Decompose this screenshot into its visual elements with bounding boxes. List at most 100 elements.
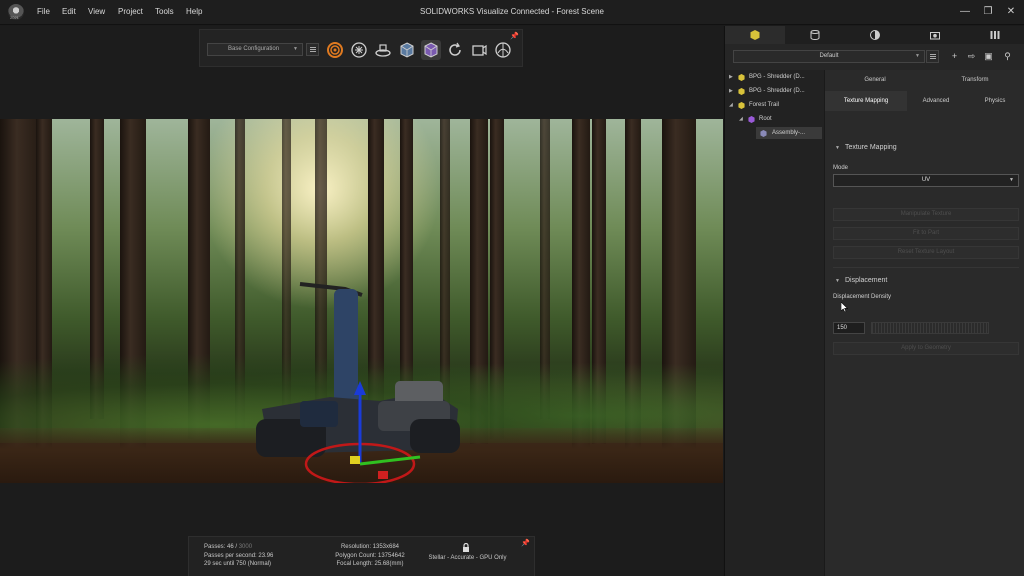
reset-texture-layout-button[interactable]: Reset Texture Layout (833, 246, 1019, 259)
rendered-scene-image (0, 119, 723, 483)
tree-item-label: Root (759, 116, 772, 122)
cameras-tab-icon[interactable] (905, 26, 965, 44)
pin-icon[interactable]: 📌 (510, 32, 519, 40)
tab-general[interactable]: General (825, 70, 925, 90)
apply-to-geometry-button[interactable]: Apply to Geometry (833, 342, 1019, 355)
configuration-value: Base Configuration (228, 46, 280, 52)
displacement-density-slider[interactable] (871, 322, 989, 334)
time-until-text: 29 sec until 750 (Normal) (204, 561, 272, 567)
menu-tools[interactable]: Tools (155, 7, 174, 16)
render-mode-text: Stellar - Accurate - GPU Only (428, 555, 507, 561)
configuration-dropdown[interactable]: Base Configuration ▼ (207, 43, 303, 56)
tree-item[interactable]: ▶ BPG - Shredder (D... (729, 71, 824, 83)
model-cube-icon (738, 74, 745, 81)
mode-label: Mode (833, 165, 849, 171)
resolution-text: Resolution: 1353x684 (340, 544, 400, 550)
polygon-count-text: Polygon Count: 13754642 (335, 552, 405, 559)
add-icon[interactable]: + (948, 50, 961, 63)
turntable-icon[interactable] (373, 40, 393, 60)
fit-to-part-button[interactable]: Fit to Part (833, 227, 1019, 240)
passes-per-second: Passes per second: 23.96 (204, 552, 274, 559)
tree-item[interactable]: ▶ BPG - Shredder (D... (729, 85, 824, 97)
minimize-icon[interactable]: — (957, 4, 973, 20)
model-tree: ▶ BPG - Shredder (D... ▶ BPG - Shredder … (725, 70, 825, 576)
chevron-down-icon: ▼ (835, 278, 840, 284)
passes-text: Passes: 46 / (204, 544, 238, 550)
model-cube-icon (738, 102, 745, 109)
preset-list-button[interactable] (926, 50, 939, 63)
window-title: SOLIDWORKS Visualize Connected - Forest … (420, 7, 604, 16)
appearances-tab-icon[interactable] (785, 26, 845, 44)
palette-panel: Default ▼ + ⇨ ▣ ⚲ ▶ BPG - Shredder (D...… (724, 26, 1024, 576)
tab-advanced[interactable]: Advanced (907, 91, 965, 111)
displacement-title: Displacement (844, 277, 888, 284)
part-icon[interactable] (421, 40, 441, 60)
close-icon[interactable]: ✕ (1003, 4, 1019, 20)
search-icon[interactable]: ⚲ (1001, 50, 1014, 63)
tree-item-label: Assembly-... (772, 130, 806, 136)
properties-panel: General Transform Texture Mapping Advanc… (825, 70, 1024, 576)
environment-icon[interactable] (493, 40, 513, 60)
tree-item[interactable]: ◢ Root (739, 113, 824, 125)
chevron-down-icon: ▼ (835, 145, 840, 151)
chevron-right-icon[interactable]: ▶ (729, 85, 733, 97)
mouse-cursor-icon (841, 302, 848, 312)
texture-mapping-section[interactable]: ▼ Texture Mapping (835, 144, 897, 151)
palette-tabs (725, 26, 1024, 44)
viewport[interactable]: Base Configuration ▼ 📌 Passes: 46 / 3000… (0, 26, 723, 576)
configuration-list-button[interactable] (306, 43, 319, 56)
menu-view[interactable]: View (88, 7, 105, 16)
tree-item-label: BPG - Shredder (D... (749, 88, 805, 94)
tree-item-label: BPG - Shredder (D... (749, 74, 805, 80)
tab-texture-mapping[interactable]: Texture Mapping (825, 91, 907, 111)
shredder-vehicle-model[interactable] (0, 119, 723, 483)
restore-icon[interactable]: ❐ (980, 4, 996, 20)
model-icon[interactable] (397, 40, 417, 60)
menu-edit[interactable]: Edit (62, 7, 76, 16)
menu-project[interactable]: Project (118, 7, 143, 16)
libraries-tab-icon[interactable] (965, 26, 1024, 44)
chevron-down-icon[interactable]: ◢ (739, 113, 743, 125)
tree-item[interactable]: ◢ Forest Trail (729, 99, 824, 111)
tab-transform[interactable]: Transform (925, 70, 1024, 90)
part-cube-icon (760, 130, 767, 137)
models-tab-icon[interactable] (725, 26, 785, 44)
preset-value: Default (819, 53, 839, 59)
menu-help[interactable]: Help (186, 7, 202, 16)
lock-icon[interactable] (461, 543, 471, 552)
model-cube-icon (738, 88, 745, 95)
menu-file[interactable]: File (37, 7, 50, 16)
displacement-section[interactable]: ▼ Displacement (835, 277, 887, 284)
tree-item-selected[interactable]: Assembly-... (756, 127, 822, 139)
focal-length-text: Focal Length: 25.68(mm) (336, 561, 404, 567)
viewport-toolbar: Base Configuration ▼ 📌 (199, 29, 523, 67)
group-cube-icon (748, 116, 755, 123)
chevron-down-icon: ▼ (915, 53, 920, 59)
tree-item-label: Forest Trail (749, 102, 780, 108)
mode-dropdown[interactable]: UV ▼ (833, 174, 1019, 187)
camera-icon[interactable] (469, 40, 489, 60)
chevron-right-icon[interactable]: ▶ (729, 71, 733, 83)
texture-mapping-title: Texture Mapping (844, 144, 897, 151)
save-icon[interactable]: ▣ (982, 50, 995, 63)
displacement-density-label: Displacement Density (833, 294, 892, 300)
scenes-tab-icon[interactable] (845, 26, 905, 44)
chevron-down-icon[interactable]: ◢ (729, 99, 733, 111)
import-icon[interactable]: ⇨ (965, 50, 978, 63)
refresh-icon[interactable] (445, 40, 465, 60)
mode-value: UV (921, 177, 931, 183)
ai-denoiser-icon[interactable] (349, 40, 369, 60)
passes-total: 3000 (238, 544, 253, 550)
title-bar: 2021 File Edit View Project Tools Help S… (0, 0, 1024, 25)
manipulate-texture-button[interactable]: Manipulate Texture (833, 208, 1019, 221)
render-stats-panel: Passes: 46 / 3000 Passes per second: 23.… (188, 536, 535, 576)
tab-physics[interactable]: Physics (965, 91, 1024, 111)
preset-dropdown[interactable]: Default ▼ (733, 50, 925, 63)
pin-icon[interactable]: 📌 (521, 539, 530, 547)
render-mode-icon[interactable] (325, 40, 345, 60)
logo-year: 2021 (10, 15, 19, 20)
displacement-density-input[interactable]: 150 (833, 322, 865, 334)
chevron-down-icon: ▼ (293, 46, 298, 52)
chevron-down-icon: ▼ (1009, 177, 1014, 183)
divider (833, 267, 1019, 268)
